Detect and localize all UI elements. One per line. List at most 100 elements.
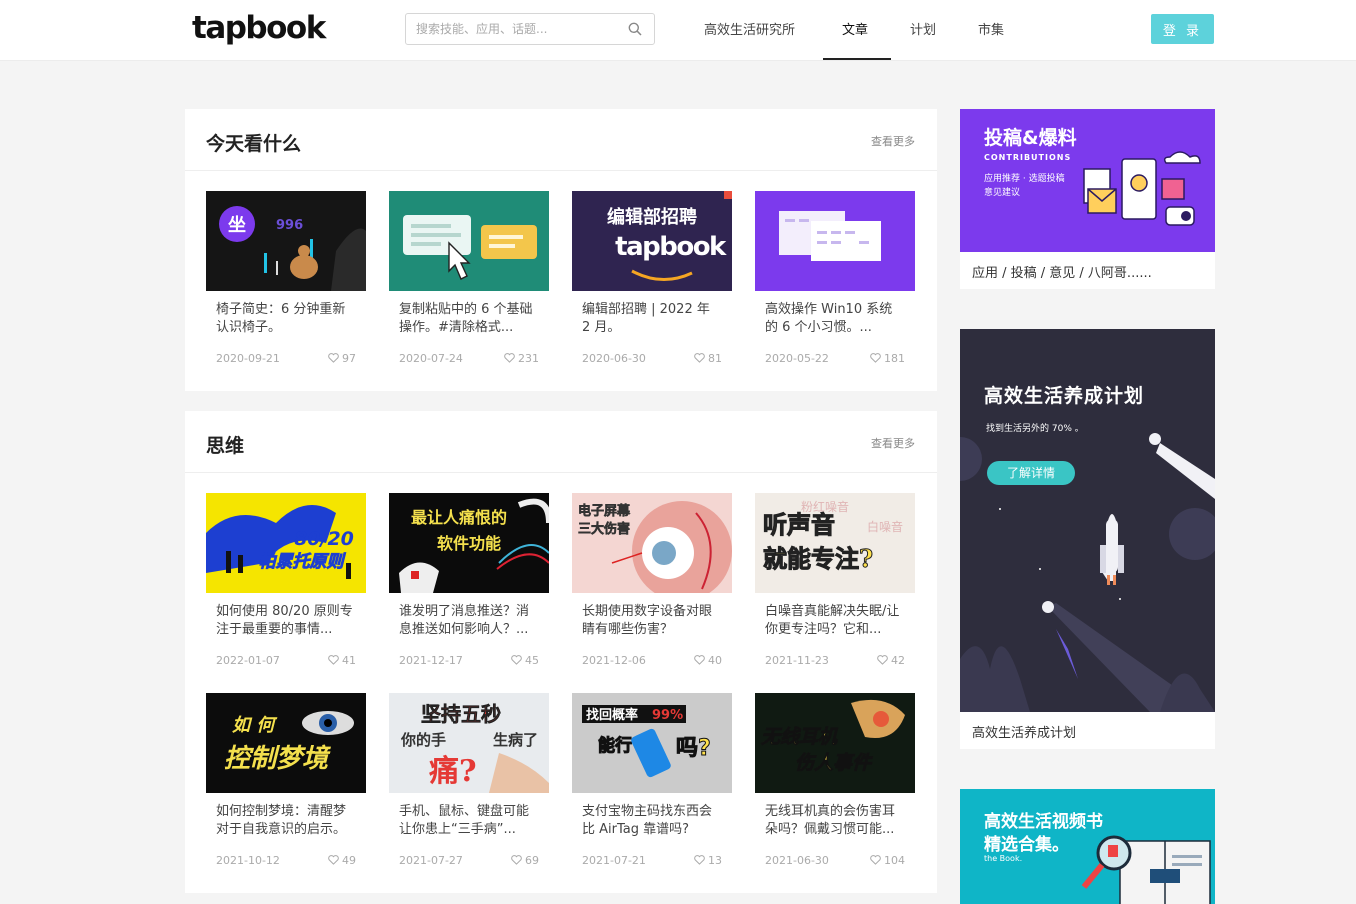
article-title[interactable]: 椅子简史：6 分钟重新认识椅子。	[206, 301, 366, 337]
svg-text:你的手: 你的手	[400, 731, 446, 749]
contribute-caption[interactable]: 应用 / 投稿 / 意见 / 八阿哥......	[960, 252, 1215, 291]
article-thumbnail[interactable]	[389, 191, 549, 291]
heart-icon[interactable]	[877, 655, 888, 665]
article-title[interactable]: 如何控制梦境：清醒梦对于自我意识的启示。	[206, 803, 366, 839]
article-card[interactable]: 80/20 帕累托原则 如何使用 80/20 原则专注于最重要的事情... 20…	[206, 493, 366, 674]
article-thumbnail[interactable]: 无线耳机 伤人事件	[755, 693, 915, 793]
article-thumbnail[interactable]: 坐 996	[206, 191, 366, 291]
nav-market[interactable]: 市集	[978, 19, 1004, 38]
view-more-link[interactable]: 查看更多	[871, 133, 915, 149]
heart-icon[interactable]	[511, 855, 522, 865]
svg-text:996: 996	[276, 218, 303, 233]
article-thumbnail[interactable]: 编辑部招聘 tapbook	[572, 191, 732, 291]
likes[interactable]: 40	[694, 654, 722, 667]
site-logo[interactable]: tapbook	[192, 10, 326, 46]
article-card[interactable]: 粉红噪音 白噪音 听声音 就能专注? 白噪音真能解决失眠/让你更专注吗？它和..…	[755, 493, 915, 674]
article-date: 2021-12-17	[399, 654, 463, 667]
article-thumbnail[interactable]: 最让人痛恨的 软件功能	[389, 493, 549, 593]
contribute-card[interactable]: 投稿&爆料 CONTRIBUTIONS 应用推荐 · 选题投稿 意见建议 应用 …	[960, 109, 1215, 289]
article-card[interactable]: 如 何 控制梦境 如何控制梦境：清醒梦对于自我意识的启示。 2021-10-12…	[206, 693, 366, 874]
likes[interactable]: 81	[694, 352, 722, 365]
heart-icon[interactable]	[504, 353, 515, 363]
article-card[interactable]: 找回概率 99% 能行 吗? 支付宝物主码找东西会比 AirTag 靠谱吗? 2…	[572, 693, 732, 874]
svg-text:吗?: 吗?	[676, 736, 711, 761]
search-box[interactable]	[405, 13, 655, 45]
plan-card[interactable]: 高效生活养成计划 找到生活另外的 70% 。 了解详情 高效生活养成计划	[960, 329, 1215, 749]
heart-icon[interactable]	[328, 353, 339, 363]
article-meta: 2021-06-30 104	[755, 854, 915, 874]
svg-text:伤人事件: 伤人事件	[795, 752, 873, 774]
contribute-banner[interactable]: 投稿&爆料 CONTRIBUTIONS 应用推荐 · 选题投稿 意见建议	[960, 109, 1215, 252]
article-card[interactable]: 坚持五秒 你的手 生病了 痛? 手机、鼠标、键盘可能让你患上“三手病”... 2…	[389, 693, 549, 874]
svg-text:电子屏幕: 电子屏幕	[578, 503, 631, 519]
likes[interactable]: 69	[511, 854, 539, 867]
heart-icon[interactable]	[328, 855, 339, 865]
likes[interactable]: 231	[504, 352, 539, 365]
nav-articles[interactable]: 文章	[842, 19, 868, 38]
heart-icon[interactable]	[870, 353, 881, 363]
article-title[interactable]: 编辑部招聘 | 2022 年 2 月。	[572, 301, 732, 337]
article-thumbnail[interactable]: 如 何 控制梦境	[206, 693, 366, 793]
thumbnail-text: 坚持五秒	[421, 702, 501, 726]
heart-icon[interactable]	[694, 855, 705, 865]
article-title[interactable]: 支付宝物主码找东西会比 AirTag 靠谱吗?	[572, 803, 732, 839]
heart-icon[interactable]	[694, 655, 705, 665]
article-card[interactable]: 坐 996 椅子简史：6 分钟重新认识椅子。 2020-09-21 97	[206, 191, 366, 372]
article-title[interactable]: 无线耳机真的会伤害耳朵吗？佩戴习惯可能...	[755, 803, 915, 839]
article-thumbnail[interactable]: 电子屏幕 三大伤害	[572, 493, 732, 593]
heart-icon[interactable]	[870, 855, 881, 865]
login-button[interactable]: 登 录	[1151, 14, 1214, 44]
like-count: 231	[518, 352, 539, 365]
article-title[interactable]: 谁发明了消息推送？消息推送如何影响人？...	[389, 603, 549, 639]
article-thumbnail[interactable]: 粉红噪音 白噪音 听声音 就能专注?	[755, 493, 915, 593]
likes[interactable]: 41	[328, 654, 356, 667]
view-more-link[interactable]: 查看更多	[871, 435, 915, 451]
banner-line: 意见建议	[984, 188, 1021, 198]
article-title[interactable]: 长期使用数字设备对眼睛有哪些伤害？	[572, 603, 732, 639]
plan-banner[interactable]: 高效生活养成计划 找到生活另外的 70% 。 了解详情	[960, 329, 1215, 712]
svg-text:tapbook: tapbook	[615, 232, 727, 262]
banner-line: 应用推荐 · 选题投稿	[984, 174, 1065, 184]
likes[interactable]: 104	[870, 854, 905, 867]
article-card[interactable]: 高效操作 Win10 系统的 6 个小习惯。... 2020-05-22 181	[755, 191, 915, 372]
likes[interactable]: 45	[511, 654, 539, 667]
article-thumbnail[interactable]: 80/20 帕累托原则	[206, 493, 366, 593]
article-thumbnail[interactable]: 坚持五秒 你的手 生病了 痛?	[389, 693, 549, 793]
likes[interactable]: 181	[870, 352, 905, 365]
heart-icon[interactable]	[511, 655, 522, 665]
article-thumbnail[interactable]	[755, 191, 915, 291]
plan-caption[interactable]: 高效生活养成计划	[960, 712, 1215, 751]
likes[interactable]: 97	[328, 352, 356, 365]
banner-title: 高效生活视频书	[984, 812, 1103, 832]
search-input[interactable]	[416, 19, 616, 39]
article-date: 2021-11-23	[765, 654, 829, 667]
article-meta: 2020-05-22 181	[755, 352, 915, 372]
likes[interactable]: 49	[328, 854, 356, 867]
thumbnail-text: 坐	[228, 215, 246, 236]
article-date: 2021-12-06	[582, 654, 646, 667]
article-card[interactable]: 无线耳机 伤人事件 无线耳机真的会伤害耳朵吗？佩戴习惯可能... 2021-06…	[755, 693, 915, 874]
article-title[interactable]: 如何使用 80/20 原则专注于最重要的事情...	[206, 603, 366, 639]
learn-more-button[interactable]: 了解详情	[987, 461, 1075, 485]
article-date: 2020-06-30	[582, 352, 646, 365]
video-book-card[interactable]: 高效生活视频书 精选合集。 the Book.	[960, 789, 1215, 904]
article-thumbnail[interactable]: 找回概率 99% 能行 吗?	[572, 693, 732, 793]
heart-icon[interactable]	[328, 655, 339, 665]
heart-icon[interactable]	[694, 353, 705, 363]
article-title[interactable]: 复制粘贴中的 6 个基础操作。#清除格式...	[389, 301, 549, 337]
svg-text:生病了: 生病了	[493, 731, 538, 749]
article-title[interactable]: 手机、鼠标、键盘可能让你患上“三手病”...	[389, 803, 549, 839]
likes[interactable]: 42	[877, 654, 905, 667]
article-title[interactable]: 高效操作 Win10 系统的 6 个小习惯。...	[755, 301, 915, 337]
nav-lab[interactable]: 高效生活研究所	[704, 19, 795, 38]
article-card[interactable]: 电子屏幕 三大伤害 长期使用数字设备对眼睛有哪些伤害？ 2021-12-06 4…	[572, 493, 732, 674]
article-title[interactable]: 白噪音真能解决失眠/让你更专注吗？它和...	[755, 603, 915, 639]
article-card[interactable]: 编辑部招聘 tapbook 编辑部招聘 | 2022 年 2 月。 2020-0…	[572, 191, 732, 372]
article-card[interactable]: 复制粘贴中的 6 个基础操作。#清除格式... 2020-07-24 231	[389, 191, 549, 372]
search-icon[interactable]	[628, 22, 642, 36]
svg-text:白噪音: 白噪音	[867, 519, 903, 534]
nav-plans[interactable]: 计划	[910, 19, 936, 38]
likes[interactable]: 13	[694, 854, 722, 867]
article-card[interactable]: 最让人痛恨的 软件功能 谁发明了消息推送？消息推送如何影响人？... 2021-…	[389, 493, 549, 674]
article-meta: 2021-11-23 42	[755, 654, 915, 674]
